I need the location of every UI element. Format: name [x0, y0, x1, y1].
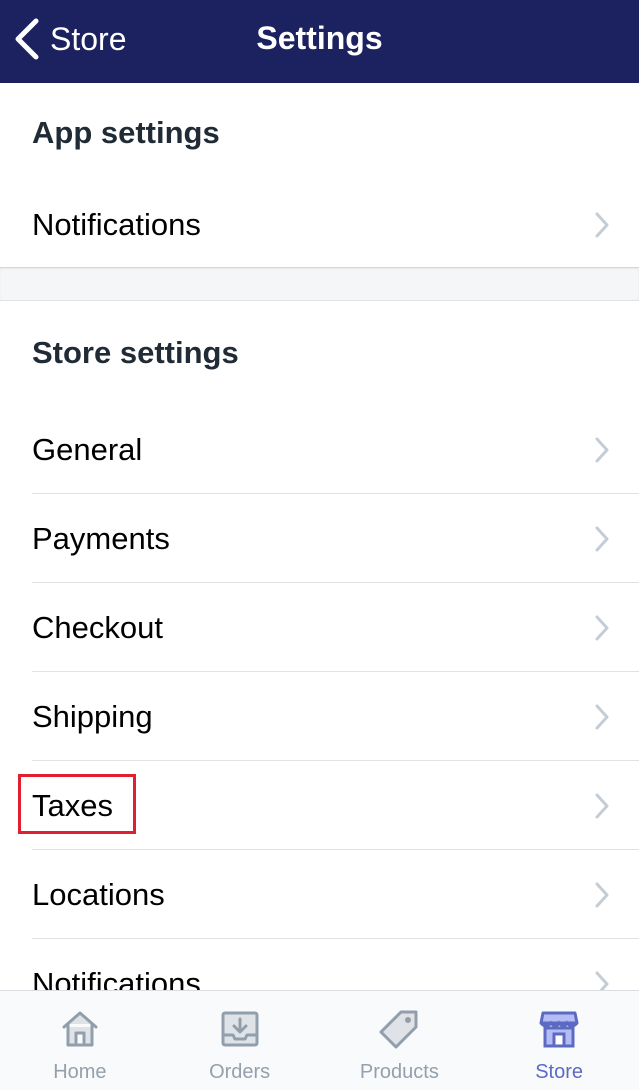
tab-label: Products	[359, 1061, 439, 1083]
home-icon	[62, 1011, 98, 1047]
store-icon	[539, 1011, 579, 1048]
back-button[interactable]: Store	[12, 14, 126, 64]
tab-bar: Home Orders Products Store	[0, 990, 639, 1090]
chevron-right-icon	[595, 971, 609, 990]
chevron-right-icon	[595, 437, 609, 462]
row-label: General	[32, 431, 143, 467]
tab-label: Orders	[209, 1061, 271, 1083]
app-settings-section: App settings Notifications	[0, 83, 639, 267]
row-label: Notifications	[32, 965, 201, 991]
store-settings-section: Store settings General Payments Checkout…	[0, 301, 639, 990]
settings-row-payments[interactable]: Payments	[0, 494, 639, 583]
settings-row-shipping[interactable]: Shipping	[0, 672, 639, 761]
section-separator	[0, 267, 639, 301]
tab-home[interactable]: Home	[0, 991, 160, 1090]
row-label: Notifications	[32, 207, 201, 242]
row-label: Taxes	[32, 787, 113, 823]
settings-row-store-notifications[interactable]: Notifications	[0, 939, 639, 990]
tab-products[interactable]: Products	[320, 991, 480, 1090]
app-settings-header: App settings	[32, 115, 220, 150]
chevron-right-icon	[595, 704, 609, 729]
chevron-right-icon	[595, 882, 609, 907]
back-label: Store	[50, 20, 127, 57]
store-settings-header: Store settings	[32, 335, 239, 370]
row-label: Locations	[32, 876, 165, 912]
settings-row-checkout[interactable]: Checkout	[0, 583, 639, 672]
chevron-right-icon	[595, 212, 609, 238]
chevron-right-icon	[595, 793, 609, 818]
settings-row-taxes[interactable]: Taxes	[0, 761, 639, 850]
row-label: Checkout	[32, 609, 163, 645]
tab-label: Home	[53, 1061, 107, 1083]
settings-list[interactable]: App settings Notifications Store setting…	[0, 83, 639, 990]
navigation-bar: Store Settings	[0, 0, 639, 83]
chevron-right-icon	[595, 526, 609, 551]
settings-row-app-notifications[interactable]: Notifications	[0, 183, 639, 267]
chevron-right-icon	[595, 615, 609, 640]
tab-label: Store	[535, 1061, 584, 1083]
settings-row-general[interactable]: General	[0, 405, 639, 494]
row-label: Shipping	[32, 698, 153, 734]
tab-orders[interactable]: Orders	[160, 991, 320, 1090]
tab-store[interactable]: Store	[479, 991, 639, 1090]
row-label-wrapper: Taxes	[18, 773, 136, 834]
row-label: Payments	[32, 520, 170, 556]
settings-row-locations[interactable]: Locations	[0, 850, 639, 939]
orders-icon	[221, 1011, 259, 1047]
tag-icon	[379, 1010, 418, 1049]
chevron-left-icon	[15, 18, 39, 60]
